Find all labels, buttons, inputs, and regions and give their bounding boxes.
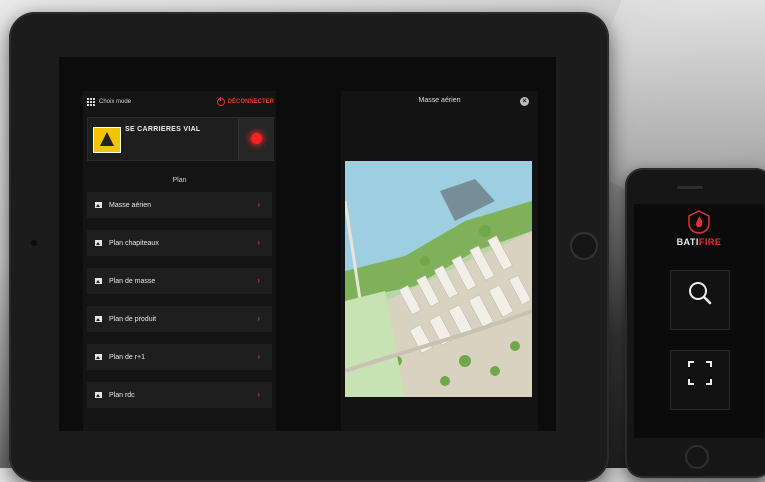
brand-name: BATIFIRE	[634, 237, 764, 247]
scan-site-button[interactable]	[670, 350, 730, 410]
image-icon	[95, 278, 102, 284]
status-indicator-box[interactable]	[238, 118, 274, 160]
plan-item-plan-chapiteaux[interactable]: Plan chapiteaux ›	[87, 230, 272, 256]
logout-button[interactable]: DÉCONNECTER	[216, 97, 276, 106]
chevron-right-icon: ›	[257, 314, 260, 323]
logo-mark-icon	[100, 132, 114, 146]
power-icon	[216, 97, 225, 106]
logout-label: DÉCONNECTER	[227, 99, 274, 105]
plan-item-label: Plan chapiteaux	[109, 239, 159, 247]
phone-screen: BATIFIRE	[634, 204, 764, 438]
top-bar: Choix mode DÉCONNECTER	[83, 91, 276, 113]
company-name: SE CARRIERES VIAL	[125, 126, 201, 133]
plan-item-plan-de-r1[interactable]: Plan de r+1 ›	[87, 344, 272, 370]
viewer-title: Masse aérien	[418, 97, 461, 104]
batifire-logo-icon	[688, 210, 710, 234]
chevron-right-icon: ›	[257, 200, 260, 209]
tablet-home-button	[570, 232, 598, 260]
close-icon[interactable]: ×	[520, 97, 529, 106]
chevron-right-icon: ›	[257, 276, 260, 285]
phone-home-button	[685, 445, 709, 469]
plan-item-plan-rdc[interactable]: Plan rdc ›	[87, 382, 272, 408]
image-icon	[95, 354, 102, 360]
mode-label: Choix mode	[99, 99, 132, 105]
company-logo	[93, 127, 121, 153]
aerial-plan-image[interactable]	[345, 161, 532, 397]
plan-item-label: Plan rdc	[109, 391, 135, 399]
tablet-camera	[31, 240, 37, 246]
search-site-button[interactable]	[670, 270, 730, 330]
tablet-device: Choix mode DÉCONNECTER SE CARRIERES VIAL	[9, 12, 609, 482]
plan-item-label: Plan de produit	[109, 315, 157, 323]
plan-item-masse-aerien[interactable]: Masse aérien ›	[87, 192, 272, 218]
plan-list-panel: Choix mode DÉCONNECTER SE CARRIERES VIAL	[83, 91, 276, 431]
chevron-right-icon: ›	[257, 352, 260, 361]
company-card[interactable]: SE CARRIERES VIAL	[87, 117, 274, 161]
plan-item-plan-de-produit[interactable]: Plan de produit ›	[87, 306, 272, 332]
image-icon	[95, 240, 102, 246]
brand-part2: FIRE	[698, 237, 722, 247]
section-title: Plan	[172, 177, 187, 184]
image-icon	[95, 316, 102, 322]
status-dot-icon	[251, 133, 262, 144]
chevron-right-icon: ›	[257, 390, 260, 399]
mode-selector[interactable]: Choix mode	[83, 98, 131, 106]
search-icon	[689, 282, 712, 305]
grid-icon	[87, 98, 95, 106]
plan-item-label: Masse aérien	[109, 201, 152, 209]
tablet-screen: Choix mode DÉCONNECTER SE CARRIERES VIAL	[59, 57, 556, 431]
chevron-right-icon: ›	[257, 238, 260, 247]
plan-list: Masse aérien › Plan chapiteaux › Plan de…	[87, 192, 272, 420]
scan-icon	[688, 361, 712, 385]
image-icon	[95, 392, 102, 398]
aerial-plan-illustration	[345, 161, 532, 397]
plan-viewer-panel: Masse aérien ×	[341, 91, 538, 431]
phone-device: BATIFIRE	[625, 168, 765, 478]
brand-part1: BATI	[676, 237, 699, 247]
image-icon	[95, 202, 102, 208]
phone-speaker	[677, 186, 703, 189]
plan-item-plan-de-masse[interactable]: Plan de masse ›	[87, 268, 272, 294]
plan-item-label: Plan de r+1	[109, 353, 145, 361]
plan-item-label: Plan de masse	[109, 277, 156, 285]
